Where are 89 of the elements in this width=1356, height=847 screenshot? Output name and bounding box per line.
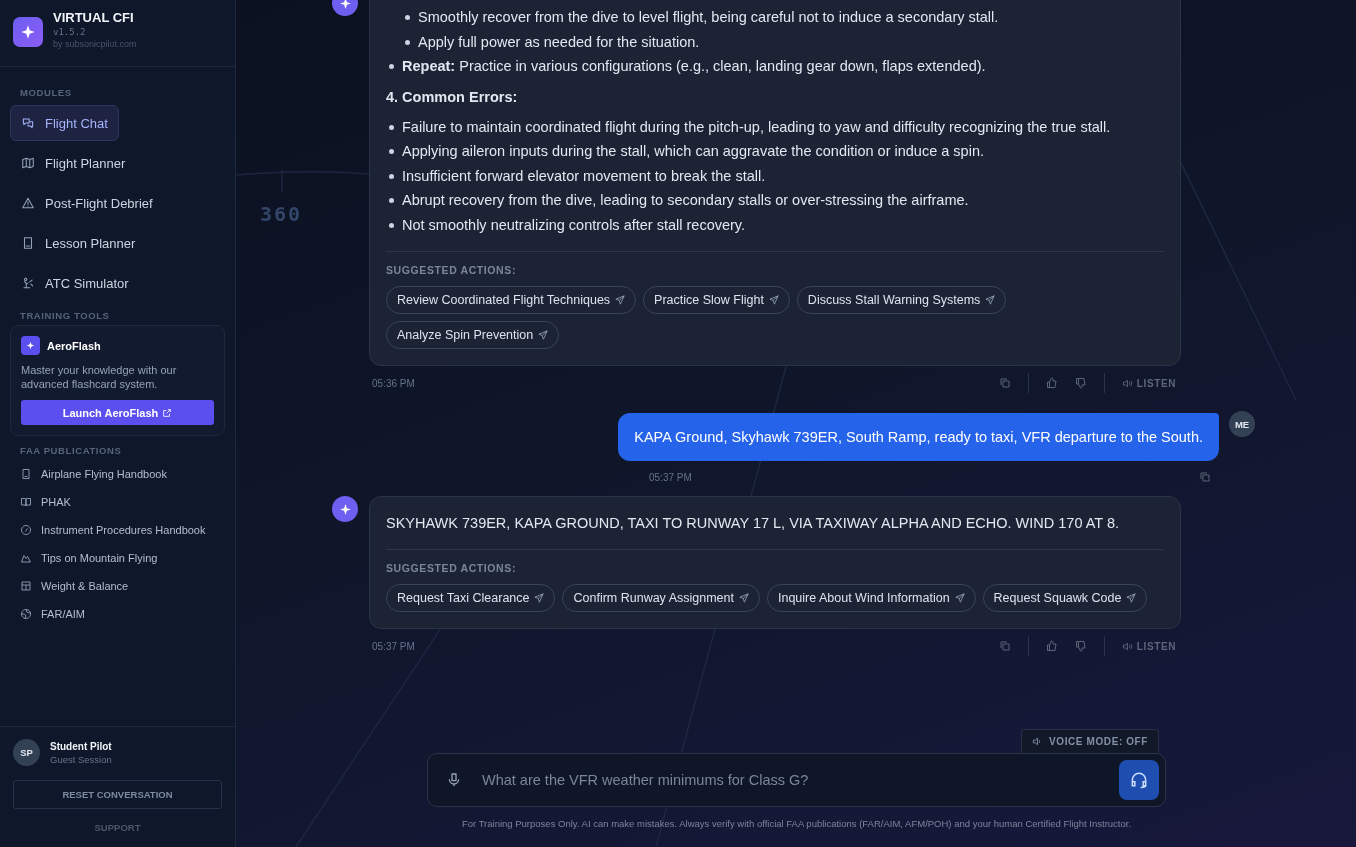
thumbs-down-icon[interactable] xyxy=(1074,640,1087,652)
app-name: VIRTUAL CFI xyxy=(53,10,135,25)
nav-icon xyxy=(21,276,35,290)
section-label: TRAINING TOOLS xyxy=(19,310,111,321)
publication-link[interactable]: PHAK xyxy=(20,488,215,516)
message-input[interactable]: What are the VFR weather minimums for Class G? xyxy=(480,771,1101,789)
nav-item[interactable]: Post-Flight Debrief xyxy=(10,185,164,221)
list-item: Not smoothly neutralizing controls after stall recovery. xyxy=(386,212,1164,237)
thumbs-up-icon[interactable] xyxy=(1045,640,1058,652)
nav-item[interactable]: ATC Simulator xyxy=(10,265,140,301)
user-avatar: ME xyxy=(1229,411,1255,437)
aeroflash-description: Master your knowledge with our advanced flashcard system. xyxy=(21,363,178,391)
nav-icon xyxy=(21,156,35,170)
list-item: Apply full power as needed for the situation. xyxy=(402,29,1164,54)
user-message: KAPA Ground, Skyhawk 739ER, South Ramp, ready to taxi, VFR departure to the South. xyxy=(618,413,1219,461)
suggestion-chip[interactable]: Analyze Spin Prevention xyxy=(386,321,560,349)
send-icon xyxy=(738,593,749,603)
send-icon xyxy=(985,295,996,305)
list-item: Abrupt recovery from the dive, leading to secondary stalls or over-stressing the airframe. xyxy=(386,188,1164,213)
publication-link[interactable]: Airplane Flying Handbook xyxy=(20,460,215,488)
suggestion-chip[interactable]: Confirm Runway Assignment xyxy=(562,584,760,612)
thumbs-up-icon[interactable] xyxy=(1045,377,1058,389)
copy-icon[interactable] xyxy=(1199,471,1211,483)
app-logo-icon xyxy=(13,17,43,47)
suggestion-chip[interactable]: Practice Slow Flight xyxy=(643,286,790,314)
app-version: v1.5.2 xyxy=(53,27,87,37)
send-icon xyxy=(534,593,545,603)
nav-icon xyxy=(21,196,35,210)
copy-icon[interactable] xyxy=(998,640,1011,652)
publication-link[interactable]: Weight & Balance xyxy=(20,572,215,600)
speaker-icon xyxy=(1032,736,1043,747)
send-icon xyxy=(538,330,549,340)
voice-mode-button[interactable]: VOICE MODE: OFF xyxy=(1021,729,1159,753)
external-link-icon xyxy=(162,407,173,418)
list-item: Repeat: Practice in various configurations (e.g., clean, landing gear down, flaps extended). xyxy=(386,54,1164,79)
suggested-actions-label: SUGGESTED ACTIONS: xyxy=(386,562,517,574)
publication-icon xyxy=(20,468,32,480)
nav-item[interactable]: Flight Planner xyxy=(10,145,137,181)
publication-icon xyxy=(20,580,32,592)
send-icon xyxy=(1126,593,1137,603)
list-item: Insufficient forward elevator movement to break the stall. xyxy=(386,163,1164,188)
nav-item[interactable]: Flight Chat xyxy=(10,105,119,141)
list-item: Applying aileron inputs during the stall, which can aggravate the condition or induce a spin. xyxy=(386,139,1164,164)
nav-item[interactable]: Lesson Planner xyxy=(10,225,147,261)
publication-icon xyxy=(20,496,32,508)
nav-icon xyxy=(21,236,35,250)
user-session: Guest Session xyxy=(50,753,112,765)
reset-button[interactable]: RESET CONVERSATION xyxy=(13,780,222,809)
aeroflash-logo-icon xyxy=(21,336,40,355)
suggested-actions-label: SUGGESTED ACTIONS: xyxy=(386,264,517,276)
message-field[interactable]: What are the VFR weather minimums for Class G? xyxy=(427,753,1166,807)
message-time: 05:36 PM xyxy=(372,377,415,389)
section-heading: 4. Common Errors: xyxy=(386,87,519,107)
thumbs-down-icon[interactable] xyxy=(1074,377,1087,389)
launch-button[interactable]: Launch AeroFlash xyxy=(21,400,214,425)
suggestion-chip[interactable]: Request Taxi Clearance xyxy=(386,584,556,612)
list-item: Smoothly recover from the dive to level flight, being careful not to induce a secondary stall. xyxy=(402,5,1164,30)
assistant-avatar xyxy=(332,496,358,522)
message-time: 05:37 PM xyxy=(649,471,692,483)
compass-heading: 360 xyxy=(260,202,303,226)
publication-icon xyxy=(20,552,32,564)
headset-button[interactable] xyxy=(1119,760,1159,800)
send-icon xyxy=(768,295,779,305)
speaker-icon xyxy=(1121,640,1133,652)
publication-icon xyxy=(20,608,32,620)
microphone-icon[interactable] xyxy=(446,772,462,788)
suggestion-chip[interactable]: Inquire About Wind Information xyxy=(766,584,976,612)
section-label: FAA PUBLICATIONS xyxy=(19,445,123,456)
suggestion-chip[interactable]: Review Coordinated Flight Techniques xyxy=(386,286,637,314)
message-time: 05:37 PM xyxy=(372,640,415,652)
send-icon xyxy=(954,593,965,603)
send-icon xyxy=(615,295,626,305)
user-name: Student Pilot xyxy=(50,740,112,752)
suggestion-chip[interactable]: Discuss Stall Warning Systems xyxy=(796,286,1007,314)
list-item: Failure to maintain coordinated flight during the pitch-up, leading to yaw and difficulty recognizing the true stall. xyxy=(386,114,1164,139)
section-label: MODULES xyxy=(19,87,73,98)
publication-link[interactable]: Tips on Mountain Flying xyxy=(20,544,215,572)
publication-icon xyxy=(20,524,32,536)
suggestion-chip[interactable]: Request Squawk Code xyxy=(982,584,1148,612)
disclaimer-text: For Training Purposes Only. AI can make mistakes. Always verify with official FAA publications (FAR/AIM, AFM/POH) and your human Certified Flight Instructor. xyxy=(460,818,1133,829)
user-avatar: SP xyxy=(13,739,40,766)
speaker-icon xyxy=(1121,377,1133,389)
publication-link[interactable]: Instrument Procedures Handbook xyxy=(20,516,215,544)
publication-link[interactable]: FAR/AIM xyxy=(20,600,215,628)
headset-icon xyxy=(1129,770,1149,790)
copy-icon[interactable] xyxy=(998,377,1011,389)
nav-icon xyxy=(21,116,35,130)
message-text: SKYHAWK 739ER, KAPA GROUND, TAXI TO RUNWAY 17 L, VIA TAXIWAY ALPHA AND ECHO. WIND 170 AT 8. xyxy=(386,514,1121,533)
aeroflash-title: AeroFlash xyxy=(47,339,101,352)
